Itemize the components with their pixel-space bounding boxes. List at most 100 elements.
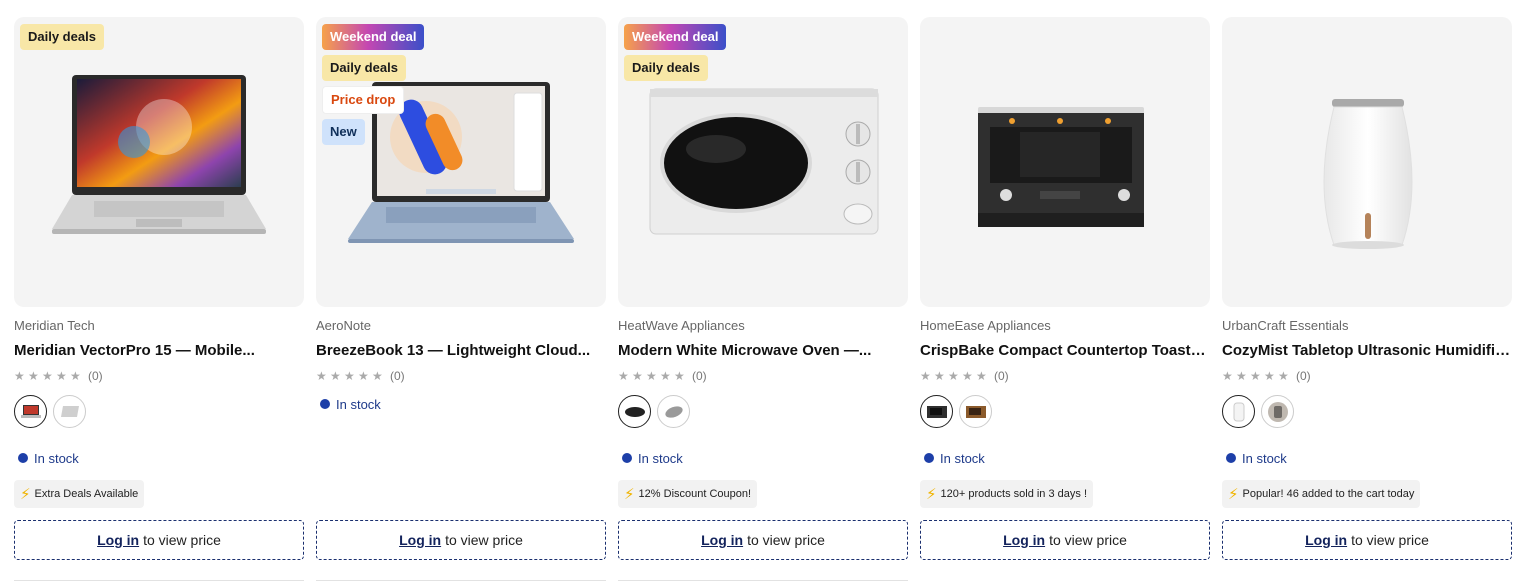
- stock-status: In stock: [1226, 450, 1287, 466]
- status-dot-icon: [320, 399, 330, 409]
- star-icon: ★: [632, 369, 643, 383]
- variant-swatch[interactable]: [53, 395, 86, 428]
- variant-swatch[interactable]: [618, 395, 651, 428]
- promo-label: Popular! 46 added to the cart today: [1242, 488, 1415, 500]
- variant-swatches: [618, 395, 908, 429]
- login-suffix: to view price: [143, 532, 221, 548]
- rating-count: (0): [88, 369, 103, 383]
- login-suffix: to view price: [445, 532, 523, 548]
- login-to-view-price: Log in to view price: [14, 520, 304, 560]
- promo-tag: ⚡ Extra Deals Available: [14, 480, 145, 508]
- stock-label: In stock: [1242, 450, 1287, 466]
- star-icon: ★: [42, 369, 53, 383]
- rating: ★ ★ ★ ★ ★ (0): [14, 369, 304, 383]
- rating-count: (0): [1296, 369, 1311, 383]
- star-icon: ★: [1264, 369, 1275, 383]
- product-title[interactable]: Meridian VectorPro 15 — Mobile...: [14, 341, 304, 361]
- status-dot-icon: [18, 453, 28, 463]
- promo-label: 12% Discount Coupon!: [638, 488, 752, 500]
- promo-label: Extra Deals Available: [34, 488, 139, 500]
- star-icon: ★: [976, 369, 987, 383]
- variant-swatch[interactable]: [959, 395, 992, 428]
- login-to-view-price: Log in to view price: [1222, 520, 1512, 560]
- badge-new: New: [322, 119, 365, 145]
- badge-list: Daily deals: [20, 24, 104, 50]
- variant-swatches: [920, 395, 1210, 429]
- product-image[interactable]: Daily deals: [14, 17, 304, 307]
- login-suffix: to view price: [1351, 532, 1429, 548]
- star-icon: ★: [28, 369, 39, 383]
- login-to-view-price: Log in to view price: [920, 520, 1210, 560]
- humidifier-image: [1323, 99, 1413, 249]
- status-dot-icon: [622, 453, 632, 463]
- product-brand: AeroNote: [316, 318, 371, 333]
- stock-label: In stock: [34, 450, 79, 466]
- badge-weekend-deal: Weekend deal: [624, 24, 727, 50]
- product-brand: HomeEase Appliances: [920, 318, 1051, 333]
- variant-swatch[interactable]: [14, 395, 47, 428]
- star-icon: ★: [316, 369, 327, 383]
- product-card[interactable]: Weekend deal Daily deals HeatWave Applia…: [618, 17, 908, 583]
- rating: ★ ★ ★ ★ ★ (0): [1222, 369, 1512, 383]
- variant-swatches: [1222, 395, 1512, 429]
- star-icon: ★: [1222, 369, 1233, 383]
- star-icon: ★: [14, 369, 25, 383]
- product-image[interactable]: Weekend deal Daily deals Price drop New: [316, 17, 606, 307]
- product-brand: UrbanCraft Essentials: [1222, 318, 1349, 333]
- stock-label: In stock: [336, 396, 381, 412]
- product-title[interactable]: CrispBake Compact Countertop Toaste...: [920, 341, 1210, 361]
- stock-label: In stock: [638, 450, 683, 466]
- star-icon: ★: [358, 369, 369, 383]
- product-title[interactable]: Modern White Microwave Oven —...: [618, 341, 908, 361]
- product-brand: Meridian Tech: [14, 318, 95, 333]
- product-card[interactable]: Weekend deal Daily deals Price drop New …: [316, 17, 606, 583]
- lightning-icon: ⚡: [20, 485, 31, 503]
- product-card[interactable]: Daily deals Meridian Tech Meridian Vecto…: [14, 17, 304, 583]
- star-icon: ★: [962, 369, 973, 383]
- product-title[interactable]: BreezeBook 13 — Lightweight Cloud...: [316, 341, 606, 361]
- rating-count: (0): [692, 369, 707, 383]
- star-icon: ★: [1236, 369, 1247, 383]
- product-card[interactable]: HomeEase Appliances CrispBake Compact Co…: [920, 17, 1210, 583]
- star-icon: ★: [920, 369, 931, 383]
- toaster-oven-image: [978, 107, 1144, 227]
- rating: ★ ★ ★ ★ ★ (0): [618, 369, 908, 383]
- promo-tag: ⚡ Popular! 46 added to the cart today: [1222, 480, 1421, 508]
- login-link[interactable]: Log in: [97, 532, 139, 548]
- login-link[interactable]: Log in: [399, 532, 441, 548]
- variant-swatches: [14, 395, 304, 429]
- star-icon: ★: [1250, 369, 1261, 383]
- laptop-image: [52, 75, 266, 234]
- login-link[interactable]: Log in: [1003, 532, 1045, 548]
- login-suffix: to view price: [1049, 532, 1127, 548]
- login-suffix: to view price: [747, 532, 825, 548]
- variant-swatch[interactable]: [1222, 395, 1255, 428]
- status-dot-icon: [1226, 453, 1236, 463]
- product-grid: Daily deals Meridian Tech Meridian Vecto…: [14, 17, 1512, 583]
- badge-weekend-deal: Weekend deal: [322, 24, 425, 50]
- lightning-icon: ⚡: [1228, 485, 1239, 503]
- badge-daily-deals: Daily deals: [20, 24, 104, 50]
- star-icon: ★: [330, 369, 341, 383]
- lightning-icon: ⚡: [926, 485, 937, 503]
- rating-count: (0): [390, 369, 405, 383]
- product-image[interactable]: Weekend deal Daily deals: [618, 17, 908, 307]
- product-image[interactable]: [1222, 17, 1512, 307]
- star-icon: ★: [344, 369, 355, 383]
- stock-status: In stock: [924, 450, 985, 466]
- product-card[interactable]: UrbanCraft Essentials CozyMist Tabletop …: [1222, 17, 1512, 583]
- product-image[interactable]: [920, 17, 1210, 307]
- login-link[interactable]: Log in: [701, 532, 743, 548]
- product-brand: HeatWave Appliances: [618, 318, 745, 333]
- login-to-view-price: Log in to view price: [316, 520, 606, 560]
- badge-list: Weekend deal Daily deals Price drop New: [322, 24, 425, 145]
- login-link[interactable]: Log in: [1305, 532, 1347, 548]
- variant-swatch[interactable]: [1261, 395, 1294, 428]
- stock-status: In stock: [622, 450, 683, 466]
- badge-daily-deals: Daily deals: [322, 55, 406, 81]
- star-icon: ★: [1278, 369, 1289, 383]
- variant-swatch[interactable]: [920, 395, 953, 428]
- rating: ★ ★ ★ ★ ★ (0): [316, 369, 606, 383]
- variant-swatch[interactable]: [657, 395, 690, 428]
- product-title[interactable]: CozyMist Tabletop Ultrasonic Humidifie..…: [1222, 341, 1512, 361]
